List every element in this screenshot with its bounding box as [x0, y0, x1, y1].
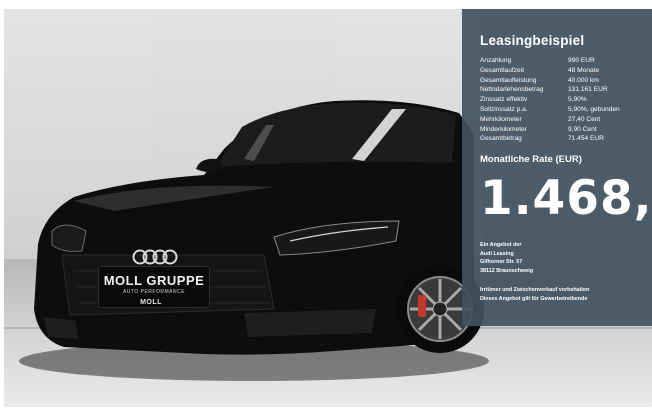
spec-label: Gesamtlaufleistung [480, 76, 537, 84]
spec-value: 71.454 EUR [568, 135, 604, 143]
spec-value: 5,90% [568, 96, 587, 104]
spec-label: Sollzinssatz p.a. [480, 105, 528, 113]
ad-frame: MOLL GRUPPE AUTO PERFORMANCE MOLL Leasin… [0, 0, 652, 410]
spec-label: Minderkilometer [480, 125, 527, 133]
spec-value: 5,90%, gebunden [568, 105, 620, 113]
grille-logo-text: MOLL [140, 299, 162, 306]
leasing-title: Leasingbeispiel [480, 33, 585, 48]
plate-brand-text: MOLL GRUPPE [103, 273, 205, 288]
spec-row: Mehrkilometer 27,40 Cent [480, 115, 648, 125]
spec-label: Gesamtbetrag [480, 135, 522, 143]
headlight-left [51, 224, 87, 252]
spec-value: 27,40 Cent [568, 115, 601, 123]
spec-row: Sollzinssatz p.a. 5,90%, gebunden [480, 105, 648, 115]
disclaimer-line: Irrtümer und Zwischenverkauf vorbehalten [480, 287, 590, 293]
brake-caliper [418, 295, 426, 317]
spec-row: Gesamtbetrag 71.454 EUR [480, 134, 648, 144]
offer-line: Ein Angebot der [480, 242, 522, 248]
spec-label: Anzahlung [480, 57, 512, 64]
spec-row: Anzahlung 990 EUR [480, 56, 648, 66]
lower-air-intake [244, 309, 376, 337]
offer-line: Gifhorner Str. 57 [480, 259, 523, 266]
offer-address: Ein Angebot der Audi Leasing Gifhorner S… [480, 241, 648, 275]
spec-row: Zinssatz effektiv 5,90% [480, 95, 648, 105]
spec-value: 990 EUR [568, 57, 595, 64]
spec-label: Gesamtlaufzeit [480, 66, 524, 74]
disclaimer: Irrtümer und Zwischenverkauf vorbehalten… [480, 286, 648, 303]
spec-label: Nettodarlehensbetrag [480, 86, 544, 94]
plate-sub-text: AUTO PERFORMANCE [122, 289, 186, 295]
monthly-rate-value: 1.468, [480, 171, 652, 226]
disclaimer-line: Dieses Angebot gilt für Gewerbetreibende [480, 295, 588, 302]
spec-value: 48 Monate [568, 66, 600, 74]
spec-row: Gesamtlaufzeit 48 Monate [480, 66, 648, 76]
spec-label: Zinssatz effektiv [480, 96, 528, 104]
spec-value: 131.161 EUR [568, 86, 608, 94]
spec-value: 40.000 km [568, 76, 599, 84]
leasing-spec-table: Anzahlung 990 EUR Gesamtlaufzeit 48 Mona… [480, 56, 648, 144]
spec-row: Minderkilometer 9,90 Cent [480, 125, 648, 135]
spec-label: Mehrkilometer [480, 115, 522, 123]
offer-line: 38112 Braunschweig [480, 267, 534, 274]
spec-row: Gesamtlaufleistung 40.000 km [480, 76, 648, 86]
spec-value: 9,90 Cent [568, 125, 597, 133]
spec-row: Nettodarlehensbetrag 131.161 EUR [480, 85, 648, 95]
wheel-hub [432, 301, 448, 317]
leasing-panel: Leasingbeispiel Anzahlung 990 EUR Gesamt… [462, 9, 652, 326]
monthly-rate-label: Monatliche Rate (EUR) [480, 154, 582, 165]
offer-line: Audi Leasing [480, 250, 514, 257]
